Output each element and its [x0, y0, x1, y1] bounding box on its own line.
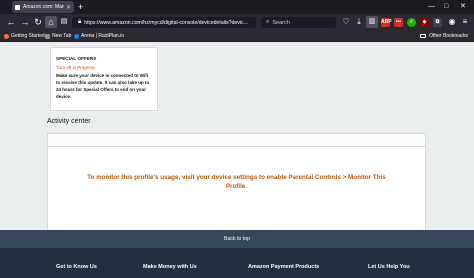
puzzle-icon[interactable]: ⧉	[433, 18, 442, 27]
search-input[interactable]	[272, 19, 328, 26]
special-offers-description: Make sure your device is connected to Wi…	[56, 73, 150, 99]
lock-icon: 🔒︎	[78, 19, 82, 25]
browser-tab[interactable]: Amazon.com: Manage Your C... ✕	[12, 1, 74, 13]
close-window-icon[interactable]: ✕	[460, 1, 466, 13]
browser-tab-bar: Amazon.com: Manage Your C... ✕ + — □ ✕	[0, 0, 474, 14]
special-offers-card: SPECIAL OFFERS Turn off in Progress Make…	[50, 47, 158, 111]
amazon-favicon-icon	[15, 4, 20, 10]
other-bookmarks[interactable]: Other Bookmarks	[420, 32, 468, 40]
folder-icon	[420, 34, 427, 38]
bookmark-label: New Tab	[52, 33, 72, 39]
footer-heading[interactable]: Make Money with Us	[143, 264, 197, 270]
page-icon	[45, 33, 50, 39]
page-info-icon[interactable]: ▤	[58, 16, 70, 28]
search-bar[interactable]: ⌕	[261, 17, 336, 28]
special-offers-status: Turn off in Progress	[56, 65, 96, 70]
bookmark-raidplan[interactable]: Arena | RaidPlan.io	[74, 32, 124, 40]
minimize-icon[interactable]: —	[428, 1, 435, 13]
new-tab-button[interactable]: +	[78, 1, 83, 13]
sidebar-icon[interactable]: ▥	[366, 16, 378, 28]
firefox-icon	[4, 33, 9, 39]
page-footer: Get to Know Us Make Money with Us Amazon…	[0, 248, 474, 278]
close-tab-icon[interactable]: ✕	[66, 4, 71, 11]
maximize-icon[interactable]: □	[444, 1, 448, 13]
reload-icon[interactable]: ↻	[32, 16, 44, 28]
bookmark-new-tab[interactable]: New Tab	[45, 32, 71, 40]
url-text: https://www.amazon.com/hz/mycd/digital-c…	[84, 19, 248, 26]
ublock-icon[interactable]: ◆	[420, 18, 429, 27]
bookmark-label: Arena | RaidPlan.io	[81, 33, 124, 39]
forward-arrow-icon[interactable]: →	[19, 16, 31, 28]
account-icon[interactable]: ◉	[446, 16, 458, 28]
page-content: SPECIAL OFFERS Turn off in Progress Make…	[0, 42, 474, 253]
bookmarks-toolbar: Getting Started New Tab Arena | RaidPlan…	[0, 31, 474, 42]
bookmark-getting-started[interactable]: Getting Started	[4, 32, 45, 40]
back-arrow-icon[interactable]: ←	[5, 16, 17, 28]
other-bookmarks-label: Other Bookmarks	[429, 33, 468, 39]
search-icon: ⌕	[266, 19, 270, 25]
bookmark-label: Getting Started	[11, 33, 45, 39]
footer-heading[interactable]: Get to Know Us	[56, 264, 97, 270]
address-bar[interactable]: 🔒︎ https://www.amazon.com/hz/mycd/digita…	[72, 17, 256, 28]
activity-message: To monitor this profile's usage, visit y…	[87, 174, 386, 190]
footer-heading[interactable]: Let Us Help You	[368, 264, 410, 270]
back-to-top-button[interactable]: Back to top	[0, 230, 474, 248]
check-icon[interactable]: ✓	[407, 18, 416, 27]
activity-center-title: Activity center	[47, 118, 91, 125]
special-offers-title: SPECIAL OFFERS	[56, 56, 97, 61]
pocket-icon[interactable]: ♡	[340, 16, 352, 28]
tab-title: Amazon.com: Manage Your C...	[23, 4, 64, 10]
activity-panel-header	[48, 134, 425, 147]
downloads-icon[interactable]: ⤓	[353, 16, 365, 28]
lastpass-icon[interactable]: •••	[394, 18, 403, 27]
home-icon[interactable]: ⌂	[45, 16, 57, 28]
raidplan-icon	[74, 33, 79, 39]
abp-icon[interactable]: ABP	[381, 18, 392, 27]
browser-nav-bar: ← → ↻ ⌂ ▤ 🔒︎ https://www.amazon.com/hz/m…	[0, 14, 474, 31]
menu-icon[interactable]: ≡	[459, 16, 471, 28]
footer-heading[interactable]: Amazon Payment Products	[248, 264, 319, 270]
